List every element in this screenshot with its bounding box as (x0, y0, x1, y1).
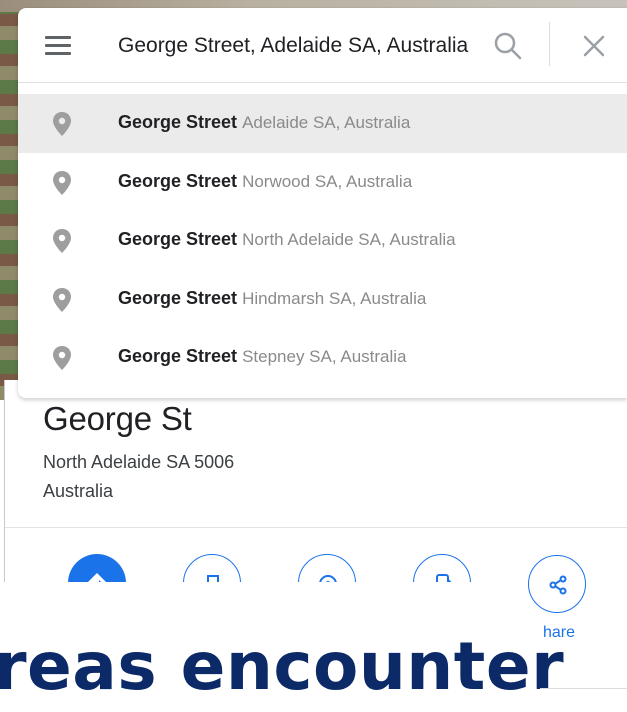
divider (549, 22, 550, 66)
suggestion-main: George Street (118, 229, 238, 249)
suggestion-main: George Street (118, 170, 238, 191)
address-line-1: North Adelaide SA 5006 (43, 452, 235, 472)
suggestion-secondary: North Adelaide SA, Australia (242, 230, 456, 249)
suggestion-item[interactable]: George Street Norwood SA, Australia (18, 153, 627, 212)
search-button[interactable] (492, 30, 524, 62)
search-card: George Street Adelaide SA, Australia Geo… (18, 8, 627, 398)
map-pin-icon (53, 170, 71, 195)
suggestion-secondary: Hindmarsh SA, Australia (242, 288, 427, 308)
suggestion-main: George Street (118, 287, 238, 308)
divider (5, 527, 627, 528)
suggestion-main: George Street (118, 112, 238, 132)
close-icon (583, 35, 605, 57)
map-pin-icon (53, 112, 71, 136)
suggestion-secondary: Stepney SA, Australia (242, 347, 407, 366)
suggestion-list: George Street Adelaide SA, Australia Geo… (18, 94, 627, 387)
suggestion-main: George Street (118, 346, 238, 366)
suggestion-secondary: Norwood SA, Australia (242, 171, 413, 191)
share-button[interactable] (528, 555, 586, 613)
share-icon (549, 575, 567, 595)
map-pin-icon (53, 287, 71, 312)
clear-button[interactable] (580, 32, 608, 60)
rule (540, 688, 627, 689)
suggestion-item[interactable]: George Street Adelaide SA, Australia (18, 94, 627, 153)
place-panel: George St North Adelaide SA 5006 Austral… (4, 380, 627, 612)
divider (18, 82, 627, 83)
menu-icon (45, 36, 71, 39)
address-line-2: Australia (43, 481, 114, 501)
suggestion-secondary: Adelaide SA, Australia (242, 113, 411, 132)
suggestion-item[interactable]: George Street North Adelaide SA, Austral… (18, 211, 627, 270)
search-input[interactable] (118, 28, 478, 64)
search-icon (494, 32, 522, 60)
caption-headline: reas encounter (0, 628, 565, 705)
menu-button[interactable] (42, 30, 72, 60)
map-pin-icon (53, 229, 71, 253)
place-title: George St (43, 400, 192, 437)
map-pin-icon (53, 346, 71, 370)
suggestion-item[interactable]: George Street Stepney SA, Australia (18, 328, 627, 387)
suggestion-item[interactable]: George Street Hindmarsh SA, Australia (18, 270, 627, 329)
